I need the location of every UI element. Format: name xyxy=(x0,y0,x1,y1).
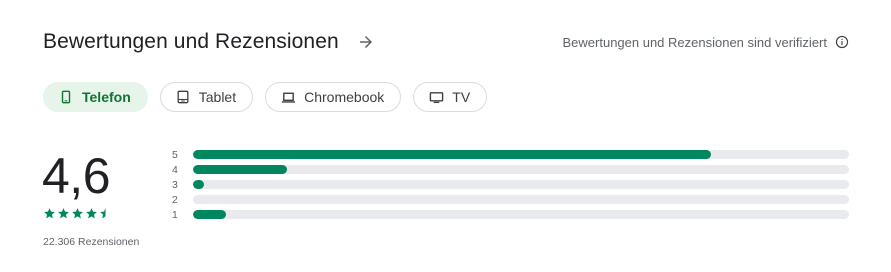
star-icon xyxy=(72,208,83,219)
histogram-bar xyxy=(193,180,205,189)
review-count: 22.306 Rezensionen xyxy=(43,236,140,248)
star-half-icon xyxy=(100,208,106,219)
histogram-label: 1 xyxy=(172,208,178,221)
histogram-row-5: 5 xyxy=(170,147,850,162)
ratings-title-link[interactable]: Bewertungen und Rezensionen xyxy=(43,30,375,54)
histogram-row-1: 1 xyxy=(170,207,850,222)
histogram-label: 5 xyxy=(172,148,178,161)
histogram-bar xyxy=(193,150,712,159)
histogram-row-4: 4 xyxy=(170,162,850,177)
ratings-section: Bewertungen und Rezensionen Bewertungen … xyxy=(0,0,891,272)
star-icon xyxy=(58,208,69,219)
star-icon xyxy=(44,208,55,219)
chip-label: TV xyxy=(452,89,471,105)
star-icon xyxy=(86,208,97,219)
chip-chromebook[interactable]: Chromebook xyxy=(265,82,402,112)
chip-tablet[interactable]: Tablet xyxy=(159,82,254,112)
laptop-icon xyxy=(280,89,296,105)
chip-tv[interactable]: TV xyxy=(413,82,488,112)
chip-label: Tablet xyxy=(198,89,237,105)
chip-telefon[interactable]: Telefon xyxy=(43,82,148,112)
tablet-icon xyxy=(175,89,191,105)
histogram-bar xyxy=(193,210,227,219)
ratings-header: Bewertungen und Rezensionen Bewertungen … xyxy=(43,28,849,56)
histogram-row-3: 3 xyxy=(170,177,850,192)
info-icon[interactable] xyxy=(835,35,849,49)
chip-label: Telefon xyxy=(82,89,131,105)
histogram-track xyxy=(193,180,849,189)
star-rating xyxy=(43,207,112,220)
histogram-label: 3 xyxy=(172,178,178,191)
average-rating: 4,6 xyxy=(42,148,111,204)
histogram-bar xyxy=(193,165,287,174)
section-title: Bewertungen und Rezensionen xyxy=(43,30,339,53)
histogram-track xyxy=(193,150,849,159)
device-filter-chips: Telefon Tablet Chromebook TV xyxy=(43,82,488,112)
histogram-track xyxy=(193,210,849,219)
rating-histogram: 5 4 3 2 1 xyxy=(170,147,850,222)
histogram-label: 2 xyxy=(172,193,178,206)
verified-text: Bewertungen und Rezensionen sind verifiz… xyxy=(562,34,828,50)
histogram-track xyxy=(193,165,849,174)
verified-notice: Bewertungen und Rezensionen sind verifiz… xyxy=(563,35,850,50)
tv-icon xyxy=(428,89,444,105)
chip-label: Chromebook xyxy=(304,89,385,105)
histogram-row-2: 2 xyxy=(170,192,850,207)
arrow-right-icon[interactable] xyxy=(357,33,375,51)
histogram-track xyxy=(193,195,849,204)
phone-icon xyxy=(58,89,74,105)
histogram-label: 4 xyxy=(172,163,178,176)
